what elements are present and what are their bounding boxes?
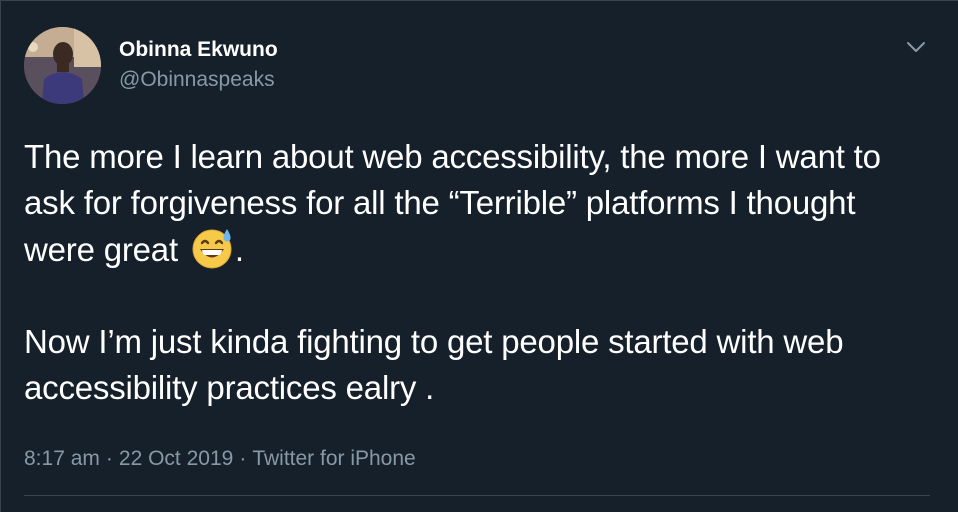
divider (24, 495, 930, 496)
tweet-paragraph-1-end: . (234, 231, 244, 268)
grinning-face-with-sweat-icon (191, 226, 235, 270)
avatar[interactable] (24, 27, 101, 104)
display-name[interactable]: Obinna Ekwuno (119, 37, 278, 63)
tweet-paragraph-2: Now I’m just kinda fighting to get peopl… (24, 323, 844, 406)
tweet-text: The more I learn about web accessibility… (24, 134, 929, 411)
tweet-source-link[interactable]: Twitter for iPhone (252, 447, 415, 470)
chevron-down-icon[interactable] (903, 37, 929, 57)
user-handle[interactable]: @Obinnaspeaks (119, 67, 278, 93)
tweet-card: Obinna Ekwuno @Obinnaspeaks The more I l… (0, 0, 958, 512)
tweet-time-link[interactable]: 8:17 am (24, 447, 100, 470)
tweet-meta: 8:17 am · 22 Oct 2019 · Twitter for iPhone (24, 445, 416, 473)
tweet-paragraph-1-text: The more I learn about web accessibility… (24, 138, 881, 268)
meta-separator: · (105, 447, 113, 470)
tweet-date-link[interactable]: 22 Oct 2019 (119, 447, 233, 470)
meta-separator: · (239, 447, 247, 470)
tweet-paragraph-1: The more I learn about web accessibility… (24, 134, 929, 273)
avatar-photo (24, 27, 101, 104)
user-info: Obinna Ekwuno @Obinnaspeaks (119, 37, 278, 93)
